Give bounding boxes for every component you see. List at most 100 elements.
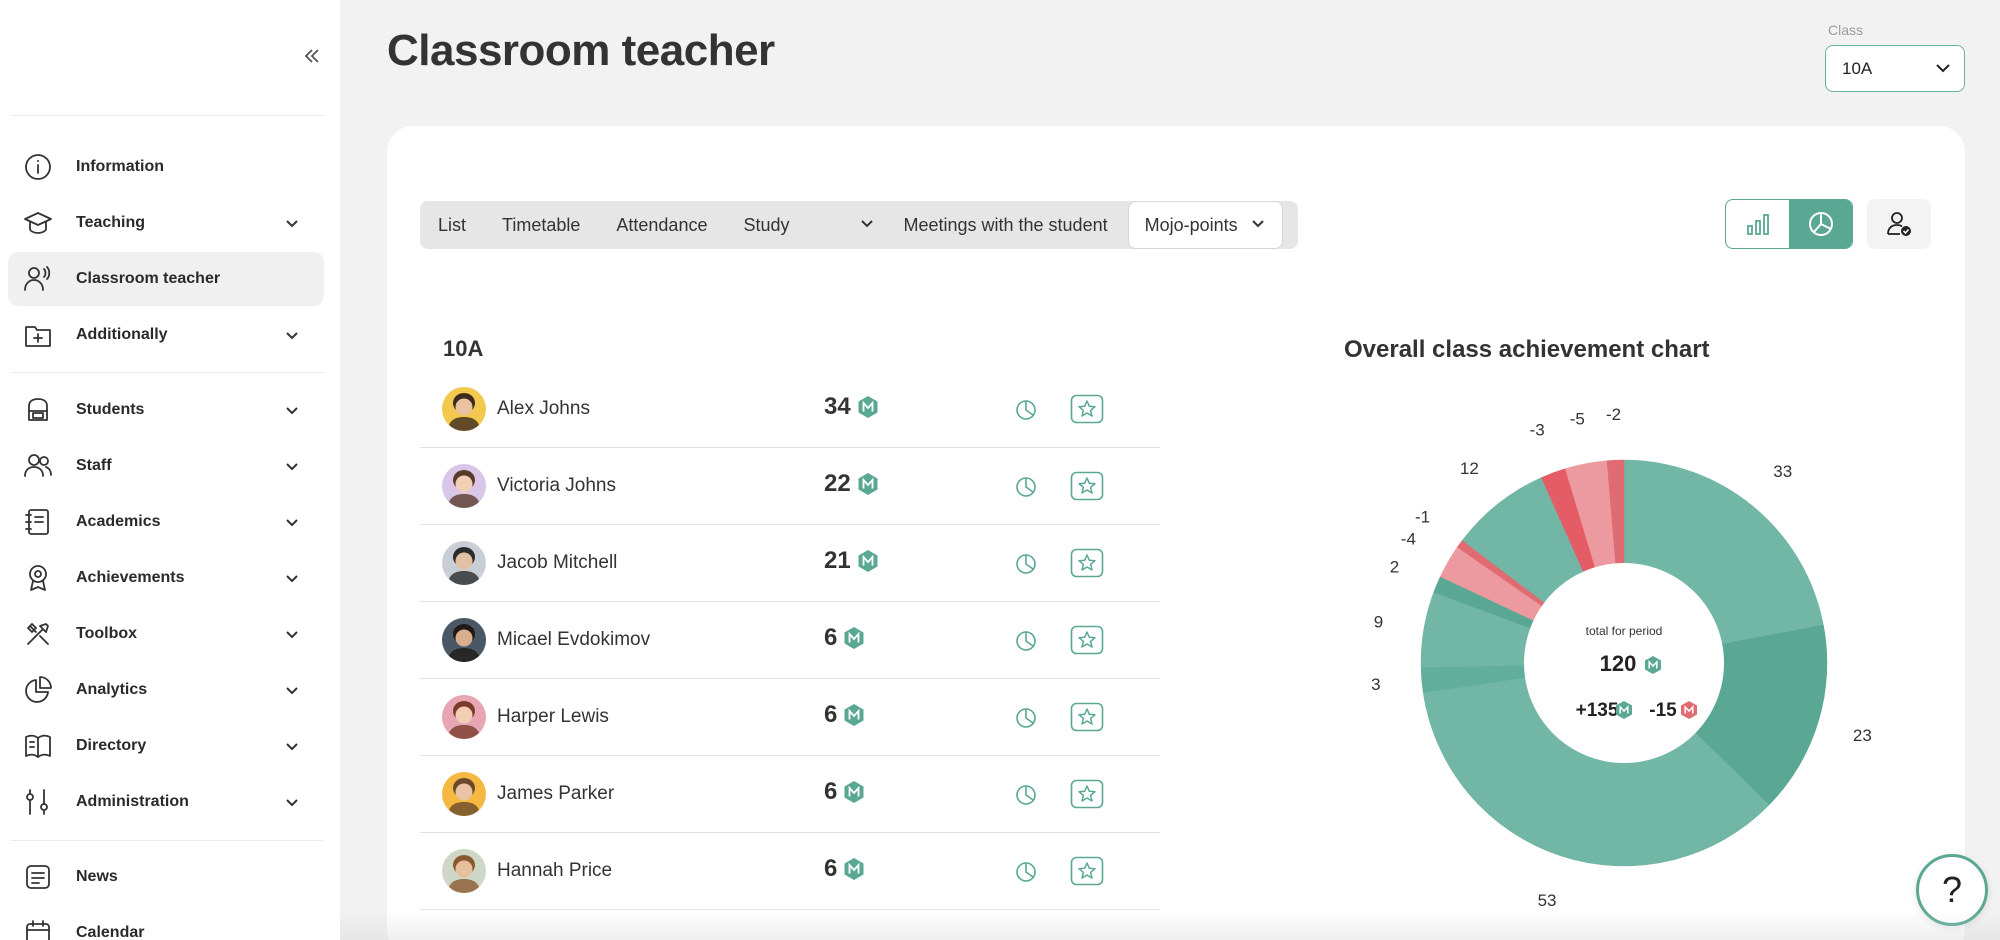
student-points: 6	[824, 855, 865, 883]
avatar[interactable]	[442, 849, 486, 893]
student-stats-icon[interactable]	[1013, 859, 1039, 885]
tab-bar: List Timetable Attendance Study Meetings…	[420, 201, 1298, 249]
student-stats-icon[interactable]	[1013, 551, 1039, 577]
student-row[interactable]: Jacob Mitchell 21	[420, 525, 1160, 602]
points-value: 22	[824, 470, 851, 497]
student-row[interactable]: Harper Lewis 6	[420, 679, 1160, 756]
chevron-down-icon	[280, 790, 304, 814]
collapse-sidebar-button[interactable]	[300, 44, 324, 68]
class-select[interactable]: 10A	[1825, 45, 1965, 92]
tab-study-dropdown[interactable]: Study	[725, 201, 885, 249]
student-name[interactable]: Harper Lewis	[497, 706, 609, 728]
tab-timetable[interactable]: Timetable	[484, 201, 598, 249]
tab-label: List	[438, 214, 467, 235]
sidebar-item-news[interactable]: News	[8, 850, 324, 904]
sidebar-item-staff[interactable]: Staff	[8, 439, 324, 493]
tools-icon	[22, 618, 54, 650]
award-star-icon[interactable]	[1070, 548, 1104, 578]
award-star-icon[interactable]	[1070, 625, 1104, 655]
sidebar-item-label: Classroom teacher	[76, 270, 221, 287]
tab-list[interactable]: List	[420, 201, 484, 249]
chevron-down-icon	[280, 566, 304, 590]
tab-attendance[interactable]: Attendance	[598, 201, 725, 249]
points-value: 6	[824, 624, 838, 651]
slice-label: 23	[1853, 726, 1872, 745]
user-check-button[interactable]	[1867, 199, 1931, 249]
slice-label: -4	[1401, 530, 1416, 549]
student-stats-icon[interactable]	[1013, 628, 1039, 654]
avatar[interactable]	[442, 695, 486, 739]
sidebar-item-toolbox[interactable]: Toolbox	[8, 607, 324, 661]
student-stats-icon[interactable]	[1013, 705, 1039, 731]
pie-chart-icon	[1808, 212, 1833, 236]
graduation-cap-icon	[22, 207, 54, 239]
award-star-icon[interactable]	[1070, 779, 1104, 809]
student-name[interactable]: Alex Johns	[497, 398, 590, 420]
center-caption: total for period	[1586, 624, 1663, 638]
avatar[interactable]	[442, 618, 486, 662]
slice-label: 3	[1371, 675, 1380, 694]
sidebar: Information Teaching Classroom teacher Addi…	[0, 0, 340, 940]
bar-view-button[interactable]	[1726, 200, 1789, 248]
avatar[interactable]	[442, 541, 486, 585]
mojo-badge-icon	[844, 704, 864, 726]
view-toggle	[1725, 199, 1853, 249]
award-star-icon[interactable]	[1070, 471, 1104, 501]
pie-view-button[interactable]	[1789, 200, 1852, 248]
sidebar-item-label: Analytics	[76, 681, 148, 698]
tab-mojo-points[interactable]: Mojo-points	[1127, 201, 1283, 249]
sidebar-item-label: Achievements	[76, 569, 185, 586]
tab-label: Timetable	[502, 214, 581, 235]
class-select-label: Class	[1828, 22, 1864, 38]
sidebar-item-information[interactable]: Information	[8, 140, 324, 194]
sidebar-item-additionally[interactable]: Additionally	[8, 308, 324, 362]
book-icon	[22, 730, 54, 762]
student-name[interactable]: Victoria Johns	[497, 475, 616, 497]
student-stats-icon[interactable]	[1013, 782, 1039, 808]
award-star-icon[interactable]	[1070, 856, 1104, 886]
points-value: 6	[824, 855, 838, 882]
student-name[interactable]: Micael Evdokimov	[497, 629, 650, 651]
sidebar-item-students[interactable]: Students	[8, 383, 324, 437]
sidebar-item-label: Calendar	[76, 924, 145, 940]
student-name[interactable]: James Parker	[497, 783, 614, 805]
sidebar-item-label: Academics	[76, 513, 161, 530]
student-row[interactable]: James Parker 6	[420, 756, 1160, 833]
student-stats-icon[interactable]	[1013, 397, 1039, 423]
sidebar-item-administration[interactable]: Administration	[8, 775, 324, 829]
slice-label: 9	[1374, 612, 1383, 631]
sidebar-item-teaching[interactable]: Teaching	[8, 196, 324, 250]
sidebar-item-label: News	[76, 868, 118, 885]
award-star-icon[interactable]	[1070, 702, 1104, 732]
student-stats-icon[interactable]	[1013, 474, 1039, 500]
tab-meetings[interactable]: Meetings with the student	[885, 201, 1125, 249]
student-row[interactable]: Hannah Price 6	[420, 833, 1160, 910]
sidebar-item-classroom-teacher[interactable]: Classroom teacher	[8, 252, 324, 306]
slice-label: 12	[1460, 459, 1479, 478]
tab-label: Meetings with the student	[903, 214, 1108, 235]
slice-label: -5	[1570, 409, 1585, 428]
info-icon	[22, 151, 54, 183]
center-total: 120	[1600, 651, 1637, 676]
help-label: ?	[1941, 869, 1963, 910]
slice-label: 2	[1390, 558, 1399, 577]
divider	[10, 115, 324, 116]
student-row[interactable]: Alex Johns 34	[420, 371, 1160, 448]
student-row[interactable]: Victoria Johns 22	[420, 448, 1160, 525]
avatar[interactable]	[442, 464, 486, 508]
sidebar-item-label: Teaching	[76, 214, 146, 231]
sidebar-item-academics[interactable]: Academics	[8, 495, 324, 549]
student-name[interactable]: Hannah Price	[497, 860, 612, 882]
slice-label: 53	[1538, 891, 1557, 910]
student-row[interactable]: Micael Evdokimov 6	[420, 602, 1160, 679]
sidebar-item-directory[interactable]: Directory	[8, 719, 324, 773]
sidebar-item-achievements[interactable]: Achievements	[8, 551, 324, 605]
award-star-icon[interactable]	[1070, 394, 1104, 424]
avatar[interactable]	[442, 387, 486, 431]
student-name[interactable]: Jacob Mitchell	[497, 552, 617, 574]
avatar[interactable]	[442, 772, 486, 816]
points-value: 21	[824, 547, 851, 574]
calendar-icon	[22, 917, 54, 940]
sidebar-item-calendar[interactable]: Calendar	[8, 906, 324, 940]
sidebar-item-analytics[interactable]: Analytics	[8, 663, 324, 717]
